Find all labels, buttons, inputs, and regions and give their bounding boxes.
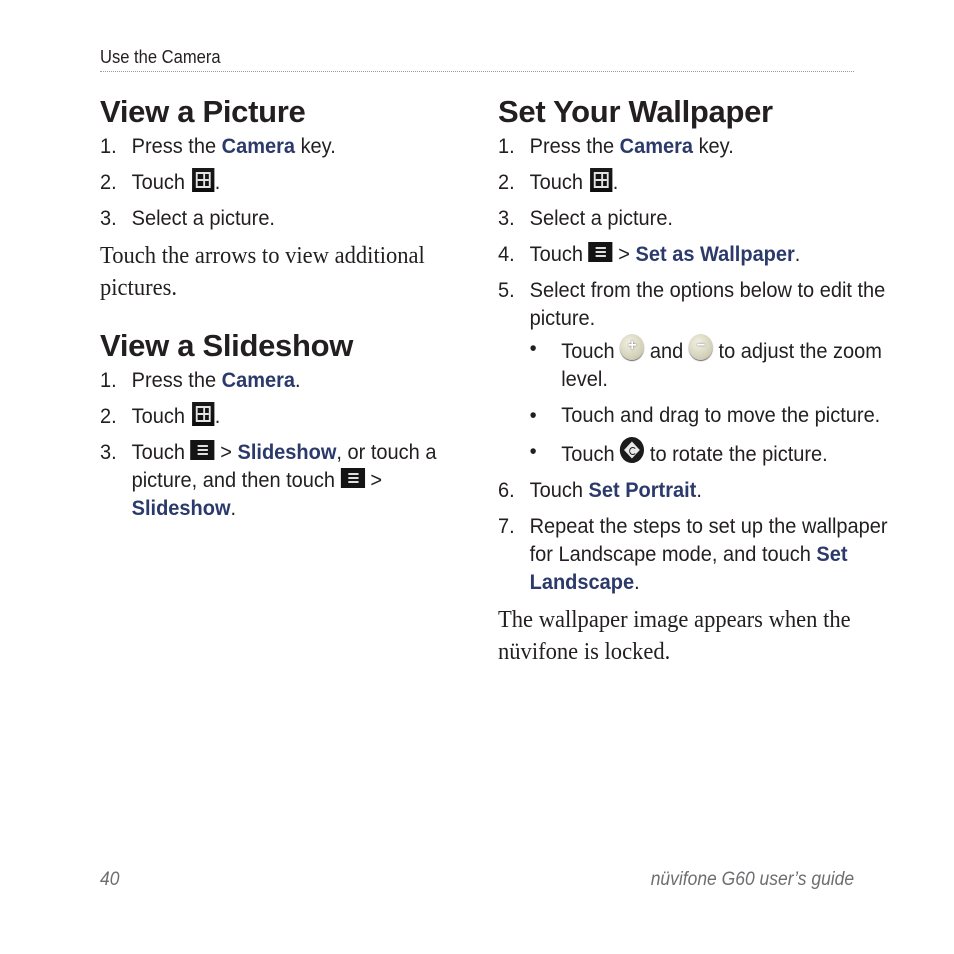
option-item: • Touch to rotate the picture. <box>530 437 888 468</box>
step-text: . <box>612 170 619 194</box>
section-view-slideshow: View a Slideshow 1. Press the Camera. 2.… <box>100 326 450 522</box>
step-number: 7. <box>498 514 515 538</box>
note-paragraph: Touch the arrows to view additional pict… <box>100 243 425 301</box>
keyword-set-portrait: Set Portrait <box>588 478 697 502</box>
step-text: Select a picture. <box>131 206 275 230</box>
step: 2. Touch . <box>100 168 480 196</box>
step-number: 1. <box>100 368 117 392</box>
bullet-icon: • <box>529 336 537 360</box>
step: 5. Select from the options below to edit… <box>498 276 888 468</box>
keyword-camera: Camera <box>619 134 694 158</box>
option-text: Touch <box>561 442 621 466</box>
gallery-grid-icon <box>590 168 613 192</box>
step: 1. Press the Camera key. <box>498 132 888 160</box>
right-column: Set Your Wallpaper 1. Press the Camera k… <box>498 92 888 668</box>
step-number: 1. <box>100 134 117 158</box>
keyword-camera: Camera <box>221 368 296 392</box>
steps-list: 1. Press the Camera key. 2. Touch . 3. S… <box>100 132 450 232</box>
running-header: Use the Camera <box>100 47 221 67</box>
step: 7. Repeat the steps to set up the wallpa… <box>498 512 888 596</box>
step-text: key. <box>295 134 336 158</box>
page-number: 40 <box>100 869 120 890</box>
keyword-set-as-wallpaper: Set as Wallpaper <box>635 242 795 266</box>
step-number: 2. <box>498 170 515 194</box>
step-text: Press the <box>131 134 222 158</box>
zoom-out-icon: − <box>688 334 714 360</box>
section-view-picture: View a Picture 1. Press the Camera key. … <box>100 92 450 304</box>
steps-list: 1. Press the Camera. 2. Touch . 3. Touch… <box>100 366 450 522</box>
step-text: . <box>295 368 301 392</box>
step-number: 5. <box>498 278 515 302</box>
guide-title: nüvifone G60 user’s guide <box>650 869 854 890</box>
option-text: and <box>644 339 689 363</box>
separator: > <box>364 468 383 492</box>
step-number: 3. <box>100 206 117 230</box>
rotate-icon <box>620 437 645 463</box>
step-text: key. <box>693 134 734 158</box>
separator: > <box>214 440 238 464</box>
step: 2. Touch . <box>100 402 480 430</box>
step-number: 2. <box>100 404 117 428</box>
keyword-slideshow: Slideshow <box>131 496 231 520</box>
gallery-grid-icon <box>192 168 215 192</box>
menu-icon <box>340 468 365 488</box>
step-text: Touch <box>529 242 589 266</box>
bullet-icon: • <box>529 439 537 463</box>
step: 3. Touch > Slideshow, or touch a picture… <box>100 438 480 522</box>
step: 2. Touch . <box>498 168 888 196</box>
step-number: 1. <box>498 134 515 158</box>
header-divider <box>100 71 854 72</box>
left-column: View a Picture 1. Press the Camera key. … <box>100 92 450 530</box>
options-list: • Touch + and − to adjust the zoom level… <box>530 334 888 468</box>
separator: > <box>612 242 636 266</box>
keyword-camera: Camera <box>221 134 296 158</box>
step-text: . <box>634 570 640 594</box>
step: 1. Press the Camera key. <box>100 132 480 160</box>
step-text: Press the <box>131 368 222 392</box>
option-text: to rotate the picture. <box>644 442 828 466</box>
step: 1. Press the Camera. <box>100 366 480 394</box>
step-number: 2. <box>100 170 117 194</box>
step-number: 3. <box>498 206 515 230</box>
zoom-in-icon: + <box>620 334 645 360</box>
note-paragraph: The wallpaper image appears when the nüv… <box>498 607 851 665</box>
menu-icon <box>588 242 613 262</box>
bullet-icon: • <box>529 403 537 427</box>
step-text: Touch <box>529 478 589 502</box>
step-text: . <box>214 170 221 194</box>
keyword-slideshow: Slideshow <box>237 440 337 464</box>
option-text: Touch <box>561 339 621 363</box>
step: 3. Select a picture. <box>498 204 888 232</box>
step: 6. Touch Set Portrait. <box>498 476 888 504</box>
section-title: View a Slideshow <box>100 328 354 363</box>
step-text: . <box>696 478 702 502</box>
step-text: Select a picture. <box>529 206 673 230</box>
step-text: Press the <box>529 134 620 158</box>
section-title: View a Picture <box>100 94 306 129</box>
section-set-wallpaper: Set Your Wallpaper 1. Press the Camera k… <box>498 92 888 668</box>
step-text: Touch <box>131 170 191 194</box>
option-item: • Touch + and − to adjust the zoom level… <box>530 334 888 393</box>
step-text: . <box>794 242 801 266</box>
step-text: Select from the options below to edit th… <box>529 278 886 330</box>
step-text: . <box>230 496 237 520</box>
section-title: Set Your Wallpaper <box>498 94 773 129</box>
step-text: Touch <box>529 170 589 194</box>
steps-list: 1. Press the Camera key. 2. Touch . 3. S… <box>498 132 888 596</box>
gallery-grid-icon <box>192 402 215 426</box>
step: 3. Select a picture. <box>100 204 480 232</box>
step-number: 6. <box>498 478 515 502</box>
step-number: 4. <box>498 242 515 266</box>
option-item: • Touch and drag to move the picture. <box>530 401 888 429</box>
menu-icon <box>190 440 215 460</box>
step-number: 3. <box>100 440 117 464</box>
step-text: . <box>214 404 221 428</box>
option-text: Touch and drag to move the picture. <box>561 403 881 427</box>
step-text: Touch <box>131 440 191 464</box>
step-text: Touch <box>131 404 191 428</box>
step: 4. Touch > Set as Wallpaper. <box>498 240 888 268</box>
